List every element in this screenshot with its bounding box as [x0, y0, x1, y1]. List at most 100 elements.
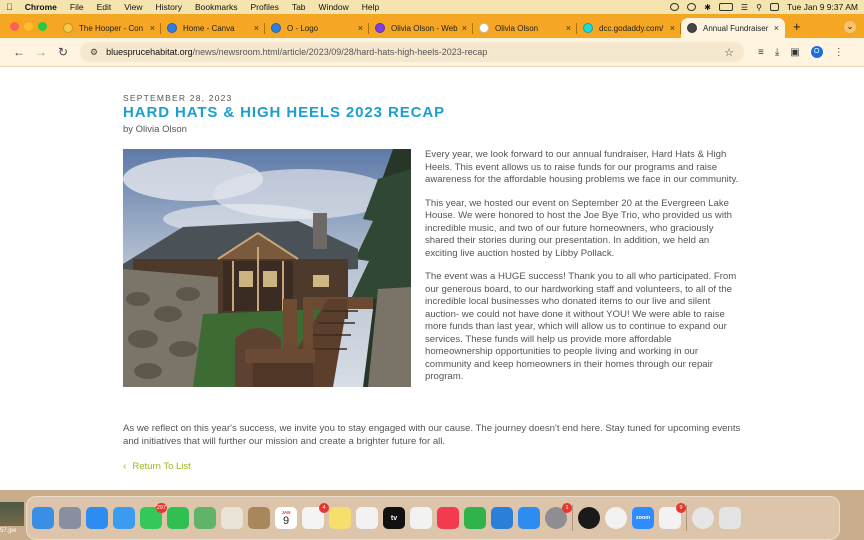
dock-app-facetime-icon[interactable]	[167, 507, 189, 529]
menu-profiles[interactable]: Profiles	[250, 2, 278, 12]
dock-app-safari-icon[interactable]	[86, 507, 108, 529]
dock-app-notes-book-icon[interactable]	[248, 507, 270, 529]
reading-list-icon[interactable]: ≡	[758, 47, 764, 58]
tab-favicon-icon	[63, 23, 73, 33]
dock-app-photos-icon[interactable]	[221, 507, 243, 529]
tab-favicon-icon	[375, 23, 385, 33]
dock-app-spotify-icon[interactable]	[578, 507, 600, 529]
profile-avatar[interactable]: O	[810, 46, 823, 58]
battery-icon[interactable]	[718, 3, 733, 11]
dock-app-keynote-icon[interactable]	[491, 507, 513, 529]
close-tab-icon[interactable]: ×	[566, 23, 571, 33]
dock-app-mail-icon[interactable]	[113, 507, 135, 529]
dock-app-system-settings-icon[interactable]: 1	[545, 503, 572, 529]
dock-app-numbers-icon[interactable]	[464, 507, 486, 529]
tab-favicon-icon	[271, 23, 281, 33]
dock-app-launchpad-icon[interactable]	[59, 507, 81, 529]
bookmark-star-icon[interactable]: ☆	[724, 46, 734, 59]
new-tab-button[interactable]: +	[785, 19, 809, 38]
dock-app-finder-icon[interactable]	[32, 507, 54, 529]
search-icon[interactable]: ⚲	[756, 3, 762, 12]
close-tab-icon[interactable]: ×	[254, 23, 259, 33]
article-paragraph-2: This year, we hosted our event on Septem…	[425, 197, 732, 259]
browser-tab[interactable]: Olivia Olson - Web ×	[369, 18, 473, 38]
back-button[interactable]: ←	[8, 45, 30, 59]
article-closing-paragraph: As we reflect on this year's success, we…	[123, 423, 741, 447]
url-path: /news/newsroom.html/article/2023/09/28/h…	[192, 47, 488, 57]
side-panel-icon[interactable]: ▣	[790, 47, 799, 58]
site-info-icon[interactable]: ⚙	[90, 47, 98, 58]
dock-app-help-icon[interactable]	[692, 507, 714, 529]
wifi-icon[interactable]: ☰	[741, 3, 748, 12]
browser-tab[interactable]: O - Logo ×	[265, 18, 369, 38]
play-icon[interactable]	[687, 3, 697, 11]
creative-cloud-icon[interactable]	[670, 3, 680, 11]
menu-tab[interactable]: Tab	[292, 2, 306, 12]
desktop-file-label: 57.jpe	[0, 528, 17, 534]
menu-app-name[interactable]: Chrome	[25, 2, 57, 12]
browser-toolbar: ← → ↻ ⚙ bluesprucehabitat.org/news/newsr…	[0, 38, 864, 67]
article-body: Every year, we look forward to our annua…	[425, 149, 741, 395]
tab-search-chevron-icon[interactable]: ⌄	[844, 21, 856, 33]
dock-app-chrome-icon[interactable]	[605, 507, 627, 529]
control-center-icon[interactable]	[769, 3, 779, 11]
close-tab-icon[interactable]: ×	[774, 23, 779, 33]
article-date: SEPTEMBER 28, 2023	[123, 93, 233, 103]
dock-notification-badge: 4	[319, 503, 329, 513]
menubar-clock[interactable]: Tue Jan 9 9:37 AM	[787, 2, 858, 12]
zoom-label: zoom	[635, 515, 651, 521]
browser-tab[interactable]: Annual Fundraiser ×	[681, 18, 785, 38]
menu-history[interactable]: History	[156, 2, 182, 12]
dock-app-reminders-icon[interactable]: 4	[302, 503, 329, 529]
dock-app-news-icon[interactable]	[410, 507, 432, 529]
desktop-file-thumbnail[interactable]	[0, 502, 24, 526]
address-bar[interactable]: ⚙ bluesprucehabitat.org/news/newsroom.ht…	[80, 42, 744, 62]
close-tab-icon[interactable]: ×	[358, 23, 363, 33]
browser-tab[interactable]: The Hooper - Con ×	[57, 18, 161, 38]
menu-edit[interactable]: Edit	[97, 2, 112, 12]
dock-app-zoom-icon[interactable]: zoom	[632, 507, 654, 529]
zoom-window-button[interactable]	[38, 22, 47, 31]
dock-app-maps-icon[interactable]	[194, 507, 216, 529]
window-controls	[0, 22, 57, 38]
return-to-list-link[interactable]: ‹ Return To List	[123, 461, 191, 472]
more-menu-icon[interactable]: ⋮	[834, 47, 844, 58]
menu-view[interactable]: View	[124, 2, 142, 12]
close-tab-icon[interactable]: ×	[670, 23, 675, 33]
tab-title: O - Logo	[287, 23, 319, 33]
tab-title: Annual Fundraiser	[703, 23, 769, 33]
browser-tab[interactable]: Olivia Olson ×	[473, 18, 577, 38]
menu-bookmarks[interactable]: Bookmarks	[195, 2, 238, 12]
menu-help[interactable]: Help	[362, 2, 379, 12]
article-byline: by Olivia Olson	[123, 124, 187, 135]
tab-favicon-icon	[479, 23, 489, 33]
tab-title: dcc.godaddy.com/	[599, 23, 664, 33]
chevron-left-icon: ‹	[123, 461, 127, 472]
close-tab-icon[interactable]: ×	[462, 23, 467, 33]
article-paragraph-1: Every year, we look forward to our annua…	[425, 149, 739, 185]
dock-app-messages-icon[interactable]: 297	[140, 503, 167, 529]
browser-tab[interactable]: dcc.godaddy.com/ ×	[577, 18, 681, 38]
reload-button[interactable]: ↻	[52, 45, 74, 59]
dock-app-freeform-icon[interactable]	[356, 507, 378, 529]
close-tab-icon[interactable]: ×	[150, 23, 155, 33]
bluetooth-icon[interactable]: ✱	[704, 3, 711, 12]
web-page: SEPTEMBER 28, 2023 HARD HATS & HIGH HEEL…	[0, 67, 864, 490]
browser-tab-strip: The Hooper - Con × Home - Canva × O - Logo × O…	[0, 14, 864, 38]
dock-app-calendar-icon[interactable]: JAN 9	[275, 507, 297, 529]
menu-window[interactable]: Window	[319, 2, 349, 12]
download-icon[interactable]: ⤓	[775, 47, 779, 58]
dock-app-trash-icon[interactable]	[719, 507, 741, 529]
dock-app-apple-tv-icon[interactable]: tv	[383, 507, 405, 529]
close-window-button[interactable]	[10, 22, 19, 31]
dock-app-notes-icon[interactable]	[329, 507, 351, 529]
dock-app-app-store-icon[interactable]	[518, 507, 540, 529]
menu-file[interactable]: File	[70, 2, 84, 12]
return-to-list-label: Return To List	[132, 461, 191, 472]
apple-menu-icon[interactable]: 	[6, 2, 13, 12]
dock-app-music-icon[interactable]	[437, 507, 459, 529]
dock-app-microsoft-office-icon[interactable]: 9	[659, 503, 686, 529]
minimize-window-button[interactable]	[24, 22, 33, 31]
browser-tab[interactable]: Home - Canva ×	[161, 18, 265, 38]
forward-button[interactable]: →	[30, 45, 52, 59]
